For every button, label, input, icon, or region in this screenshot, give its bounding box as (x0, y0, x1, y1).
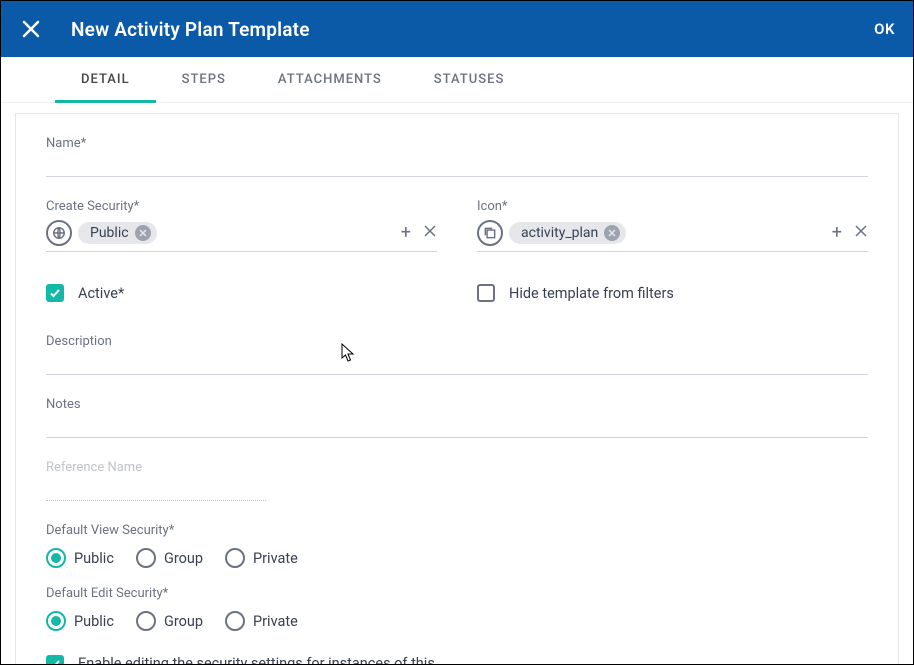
notes-input[interactable] (46, 416, 868, 438)
add-icon[interactable]: + (832, 224, 842, 242)
icon-field[interactable]: activity_plan + (477, 218, 868, 252)
description-input[interactable] (46, 353, 868, 375)
chip-remove-icon[interactable] (604, 225, 620, 241)
default-edit-security-label: Default Edit Security* (46, 586, 868, 601)
default-view-security-label: Default View Security* (46, 523, 868, 538)
create-security-label: Create Security* (46, 199, 437, 214)
dialog-title: New Activity Plan Template (71, 18, 874, 41)
view-radio-private[interactable]: Private (225, 548, 298, 568)
name-input[interactable] (46, 155, 868, 177)
name-label: Name* (46, 136, 868, 151)
detail-panel: Name* Create Security* Public (15, 113, 899, 664)
hide-template-checkbox[interactable] (477, 284, 495, 302)
stack-icon (477, 220, 503, 246)
reference-name-input (46, 479, 266, 501)
clear-icon[interactable] (854, 224, 868, 242)
scroll-area[interactable]: DETAIL STEPS ATTACHMENTS STATUSES Name* … (1, 57, 913, 664)
ok-button[interactable]: OK (874, 20, 895, 38)
radio-label: Private (253, 613, 298, 630)
tab-statuses[interactable]: STATUSES (408, 57, 531, 102)
chip-label: Public (90, 225, 129, 241)
create-security-chip[interactable]: Public (78, 222, 157, 244)
edit-radio-group[interactable]: Group (136, 611, 203, 631)
icon-chip[interactable]: activity_plan (509, 222, 626, 244)
notes-label: Notes (46, 397, 868, 412)
view-radio-public[interactable]: Public (46, 548, 114, 568)
radio-label: Public (74, 613, 114, 630)
tab-attachments[interactable]: ATTACHMENTS (252, 57, 408, 102)
active-label: Active* (78, 285, 124, 302)
default-view-security-group: Public Group Private (46, 548, 868, 568)
active-checkbox[interactable] (46, 284, 64, 302)
edit-radio-private[interactable]: Private (225, 611, 298, 631)
hide-template-label: Hide template from filters (509, 285, 674, 302)
radio-label: Private (253, 550, 298, 567)
reference-name-label: Reference Name (46, 460, 266, 475)
icon-label: Icon* (477, 199, 868, 214)
radio-label: Group (164, 550, 203, 567)
globe-icon (46, 220, 72, 246)
add-icon[interactable]: + (401, 224, 411, 242)
radio-label: Group (164, 613, 203, 630)
enable-editing-checkbox[interactable] (46, 655, 64, 664)
radio-label: Public (74, 550, 114, 567)
view-radio-group[interactable]: Group (136, 548, 203, 568)
edit-radio-public[interactable]: Public (46, 611, 114, 631)
tab-steps[interactable]: STEPS (156, 57, 252, 102)
create-security-field[interactable]: Public + (46, 218, 437, 252)
tab-bar: DETAIL STEPS ATTACHMENTS STATUSES (1, 57, 913, 103)
enable-editing-label: Enable editing the security settings for… (78, 653, 438, 664)
close-icon[interactable] (19, 17, 43, 41)
chip-remove-icon[interactable] (135, 225, 151, 241)
clear-icon[interactable] (423, 224, 437, 242)
chip-label: activity_plan (521, 225, 598, 241)
tab-detail[interactable]: DETAIL (55, 57, 156, 102)
description-label: Description (46, 334, 868, 349)
default-edit-security-group: Public Group Private (46, 611, 868, 631)
